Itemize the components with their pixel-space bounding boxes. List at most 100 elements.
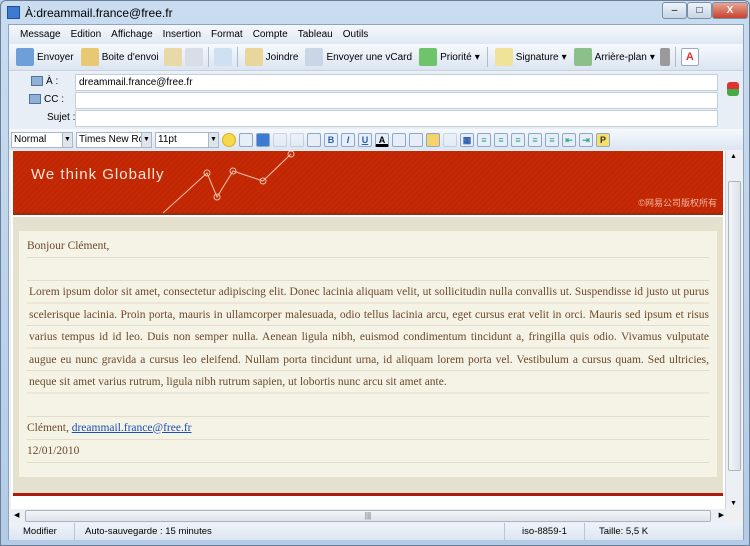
highlight-icon[interactable] [392, 132, 406, 147]
menu-insertion[interactable]: Insertion [158, 25, 206, 44]
size-select[interactable]: 11pt ▼ [155, 131, 219, 148]
header-fields: À : dreammail.france@free.fr CC : Sujet … [9, 72, 743, 129]
scroll-down-icon[interactable]: ▼ [730, 500, 737, 507]
outdent-icon[interactable]: ⇤ [562, 132, 576, 147]
menu-message[interactable]: Message [15, 25, 66, 44]
unlink-icon[interactable] [443, 132, 457, 147]
address-book-icon [31, 76, 43, 87]
size-value: 11pt [158, 133, 177, 145]
insert-image-icon[interactable] [239, 132, 253, 147]
bold-icon[interactable]: B [324, 132, 338, 147]
insert-link-icon[interactable] [426, 132, 440, 147]
signature-line: Clément, dreammail.france@free.fr [27, 417, 709, 440]
blank-line [27, 258, 709, 281]
send-button[interactable]: Envoyer [14, 48, 76, 66]
priority-button[interactable]: Priorité ▾ [417, 48, 482, 66]
email-body[interactable]: Bonjour Clément, Lorem ipsum dolor sit a… [19, 231, 717, 477]
horizontal-scrollbar[interactable]: ◀ ||| ▶ [11, 509, 727, 523]
attach-button[interactable]: Joindre [243, 48, 301, 66]
cc-label-text: CC : [44, 94, 64, 105]
style-select[interactable]: Normal ▼ [11, 131, 73, 148]
align-center-icon[interactable]: ≡ [528, 132, 542, 147]
dropdown-arrow-icon: ▾ [561, 51, 567, 63]
search-icon[interactable] [213, 48, 232, 66]
align-right-icon[interactable]: ≡ [545, 132, 559, 147]
app-icon [7, 6, 20, 19]
menu-bar: Message Edition Affichage Insertion Form… [9, 25, 743, 44]
table-icon[interactable]: ▦ [460, 132, 474, 147]
background-icon [573, 48, 592, 66]
save-icon[interactable] [184, 48, 203, 66]
signature-button[interactable]: Signature ▾ [493, 48, 569, 66]
maximize-button[interactable]: □ [687, 2, 712, 19]
indent-icon[interactable]: ⇥ [579, 132, 593, 147]
menu-format[interactable]: Format [206, 25, 248, 44]
cc-input[interactable] [75, 92, 718, 109]
blank-line [27, 394, 709, 417]
bullet-list-icon[interactable]: ≡ [494, 132, 508, 147]
vcard-label: Envoyer une vCard [326, 51, 413, 63]
main-toolbar: Envoyer Boite d'envoi Joindre Envoyer un… [9, 44, 743, 71]
undo-icon[interactable] [256, 132, 270, 147]
outbox-label: Boite d'envoi [101, 51, 159, 63]
greeting: Bonjour Clément, [27, 235, 709, 258]
subject-input[interactable] [75, 110, 718, 127]
cc-label[interactable]: CC : [29, 94, 64, 105]
align-left-icon[interactable]: ≡ [511, 132, 525, 147]
attach-label: Joindre [265, 51, 299, 63]
dropdown-arrow-icon: ▾ [474, 51, 480, 63]
outbox-icon [80, 48, 99, 66]
italic-icon[interactable]: I [341, 132, 355, 147]
scroll-right-icon[interactable]: ▶ [719, 511, 724, 519]
signature-icon [494, 48, 513, 66]
font-color-icon[interactable]: A [375, 132, 389, 147]
paragraph-icon[interactable]: P [596, 132, 610, 147]
numbered-list-icon[interactable]: ≡ [477, 132, 491, 147]
separator [207, 47, 209, 67]
font-value: Times New Roi [79, 133, 147, 145]
to-label[interactable]: À : [31, 76, 58, 87]
client-area: Message Edition Affichage Insertion Form… [8, 24, 744, 540]
copy-icon[interactable] [290, 132, 304, 147]
close-button[interactable]: X [712, 2, 748, 19]
send-icon [16, 48, 34, 66]
priority-label: Priorité [440, 51, 472, 63]
emoticon-icon[interactable] [222, 132, 236, 147]
outbox-button[interactable]: Boite d'envoi [79, 48, 161, 66]
signature-email-link[interactable]: dreammail.france@free.fr [72, 422, 192, 434]
vertical-scrollbar[interactable]: ▲ ▼ [725, 151, 742, 509]
paste-icon[interactable] [307, 132, 321, 147]
minimize-button[interactable]: – [662, 2, 687, 19]
edit-draft-icon[interactable] [163, 48, 182, 66]
scroll-left-icon[interactable]: ◀ [14, 511, 19, 519]
background-button[interactable]: Arrière-plan ▾ [572, 48, 657, 66]
cut-icon[interactable] [273, 132, 287, 147]
email-paper: Bonjour Clément, Lorem ipsum dolor sit a… [13, 217, 723, 493]
contacts-icon[interactable] [727, 82, 739, 96]
vcard-button[interactable]: Envoyer une vCard [303, 48, 414, 66]
status-encoding: iso-8859-1 [505, 523, 585, 540]
font-style-icon[interactable]: A [680, 48, 699, 66]
microphone-icon[interactable] [659, 48, 670, 66]
menu-edition[interactable]: Edition [66, 25, 107, 44]
horizontal-scroll-thumb[interactable]: ||| [25, 510, 711, 522]
scroll-up-icon[interactable]: ▲ [730, 153, 737, 160]
send-label: Envoyer [37, 51, 74, 63]
body-paragraph: Lorem ipsum dolor sit amet, consectetur … [27, 281, 709, 394]
menu-affichage[interactable]: Affichage [106, 25, 158, 44]
menu-outils[interactable]: Outils [338, 25, 374, 44]
style-value: Normal [14, 133, 47, 145]
underline-icon[interactable]: U [358, 132, 372, 147]
status-autosave: Auto-sauvegarde : 15 minutes [75, 523, 505, 540]
fill-icon[interactable] [409, 132, 423, 147]
message-editor[interactable]: We think Globally ©网易公司版权所有 Bonjour Clém… [11, 151, 742, 509]
to-input[interactable]: dreammail.france@free.fr [75, 74, 718, 91]
vertical-scroll-thumb[interactable] [728, 181, 741, 471]
menu-tableau[interactable]: Tableau [293, 25, 338, 44]
date: 12/01/2010 [27, 440, 709, 463]
font-select[interactable]: Times New Roi ▼ [76, 131, 152, 148]
copyright-text: ©网易公司版权所有 [638, 198, 717, 208]
menu-compte[interactable]: Compte [248, 25, 293, 44]
status-mode: Modifier [9, 523, 75, 540]
dropdown-arrow-icon: ▼ [62, 132, 72, 147]
